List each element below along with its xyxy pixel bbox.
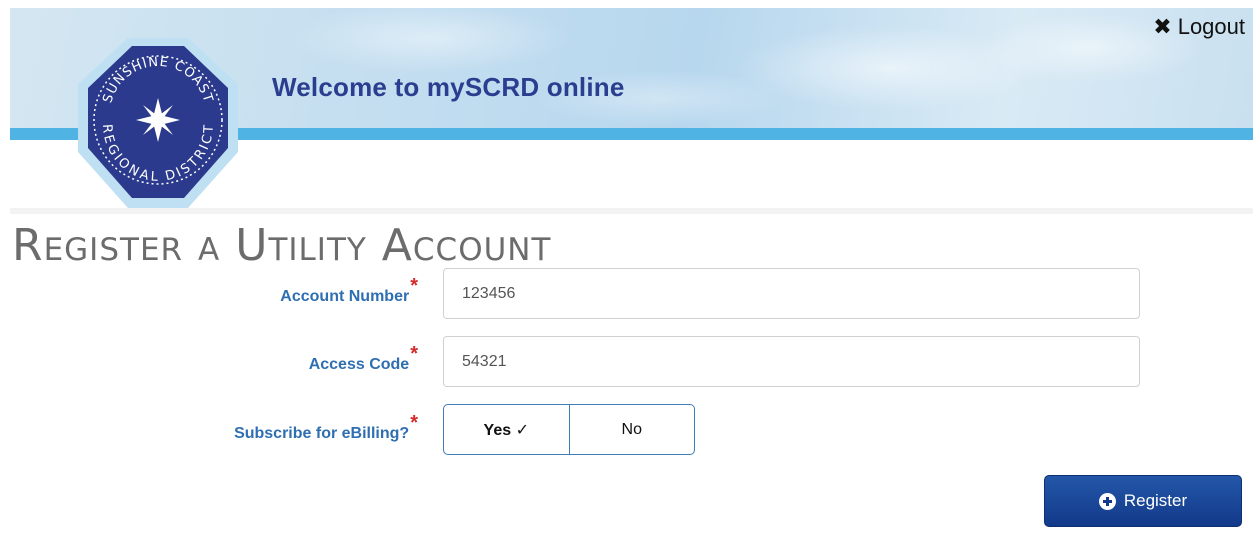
required-marker: * [410, 275, 418, 297]
logout-label: Logout [1177, 14, 1245, 39]
register-button-label: Register [1123, 491, 1188, 510]
page-title: Register a Utility Account [12, 220, 552, 271]
required-marker: * [410, 412, 418, 434]
logout-link[interactable]: ✖ Logout [1153, 14, 1245, 40]
ebilling-yes-option[interactable]: Yes ✓ [444, 405, 570, 454]
required-marker: * [410, 343, 418, 365]
access-code-input[interactable] [443, 336, 1140, 387]
scrd-logo: SUNSHINE COAST REGIONAL DISTRICT [72, 34, 242, 212]
account-number-label: Account Number* [280, 275, 418, 305]
access-code-label: Access Code* [308, 343, 418, 373]
register-button[interactable]: Register [1044, 475, 1242, 527]
ebilling-no-option[interactable]: No [570, 405, 695, 454]
close-icon: ✖ [1153, 14, 1172, 39]
welcome-heading: Welcome to mySCRD online [272, 72, 625, 102]
page: SUNSHINE COAST REGIONAL DISTRICT Welcome… [10, 8, 1253, 537]
account-number-input[interactable] [443, 268, 1140, 319]
ebilling-toggle: Yes ✓ No [443, 404, 695, 455]
plus-circle-icon [1098, 492, 1116, 510]
ebilling-label: Subscribe for eBilling?* [234, 412, 418, 442]
